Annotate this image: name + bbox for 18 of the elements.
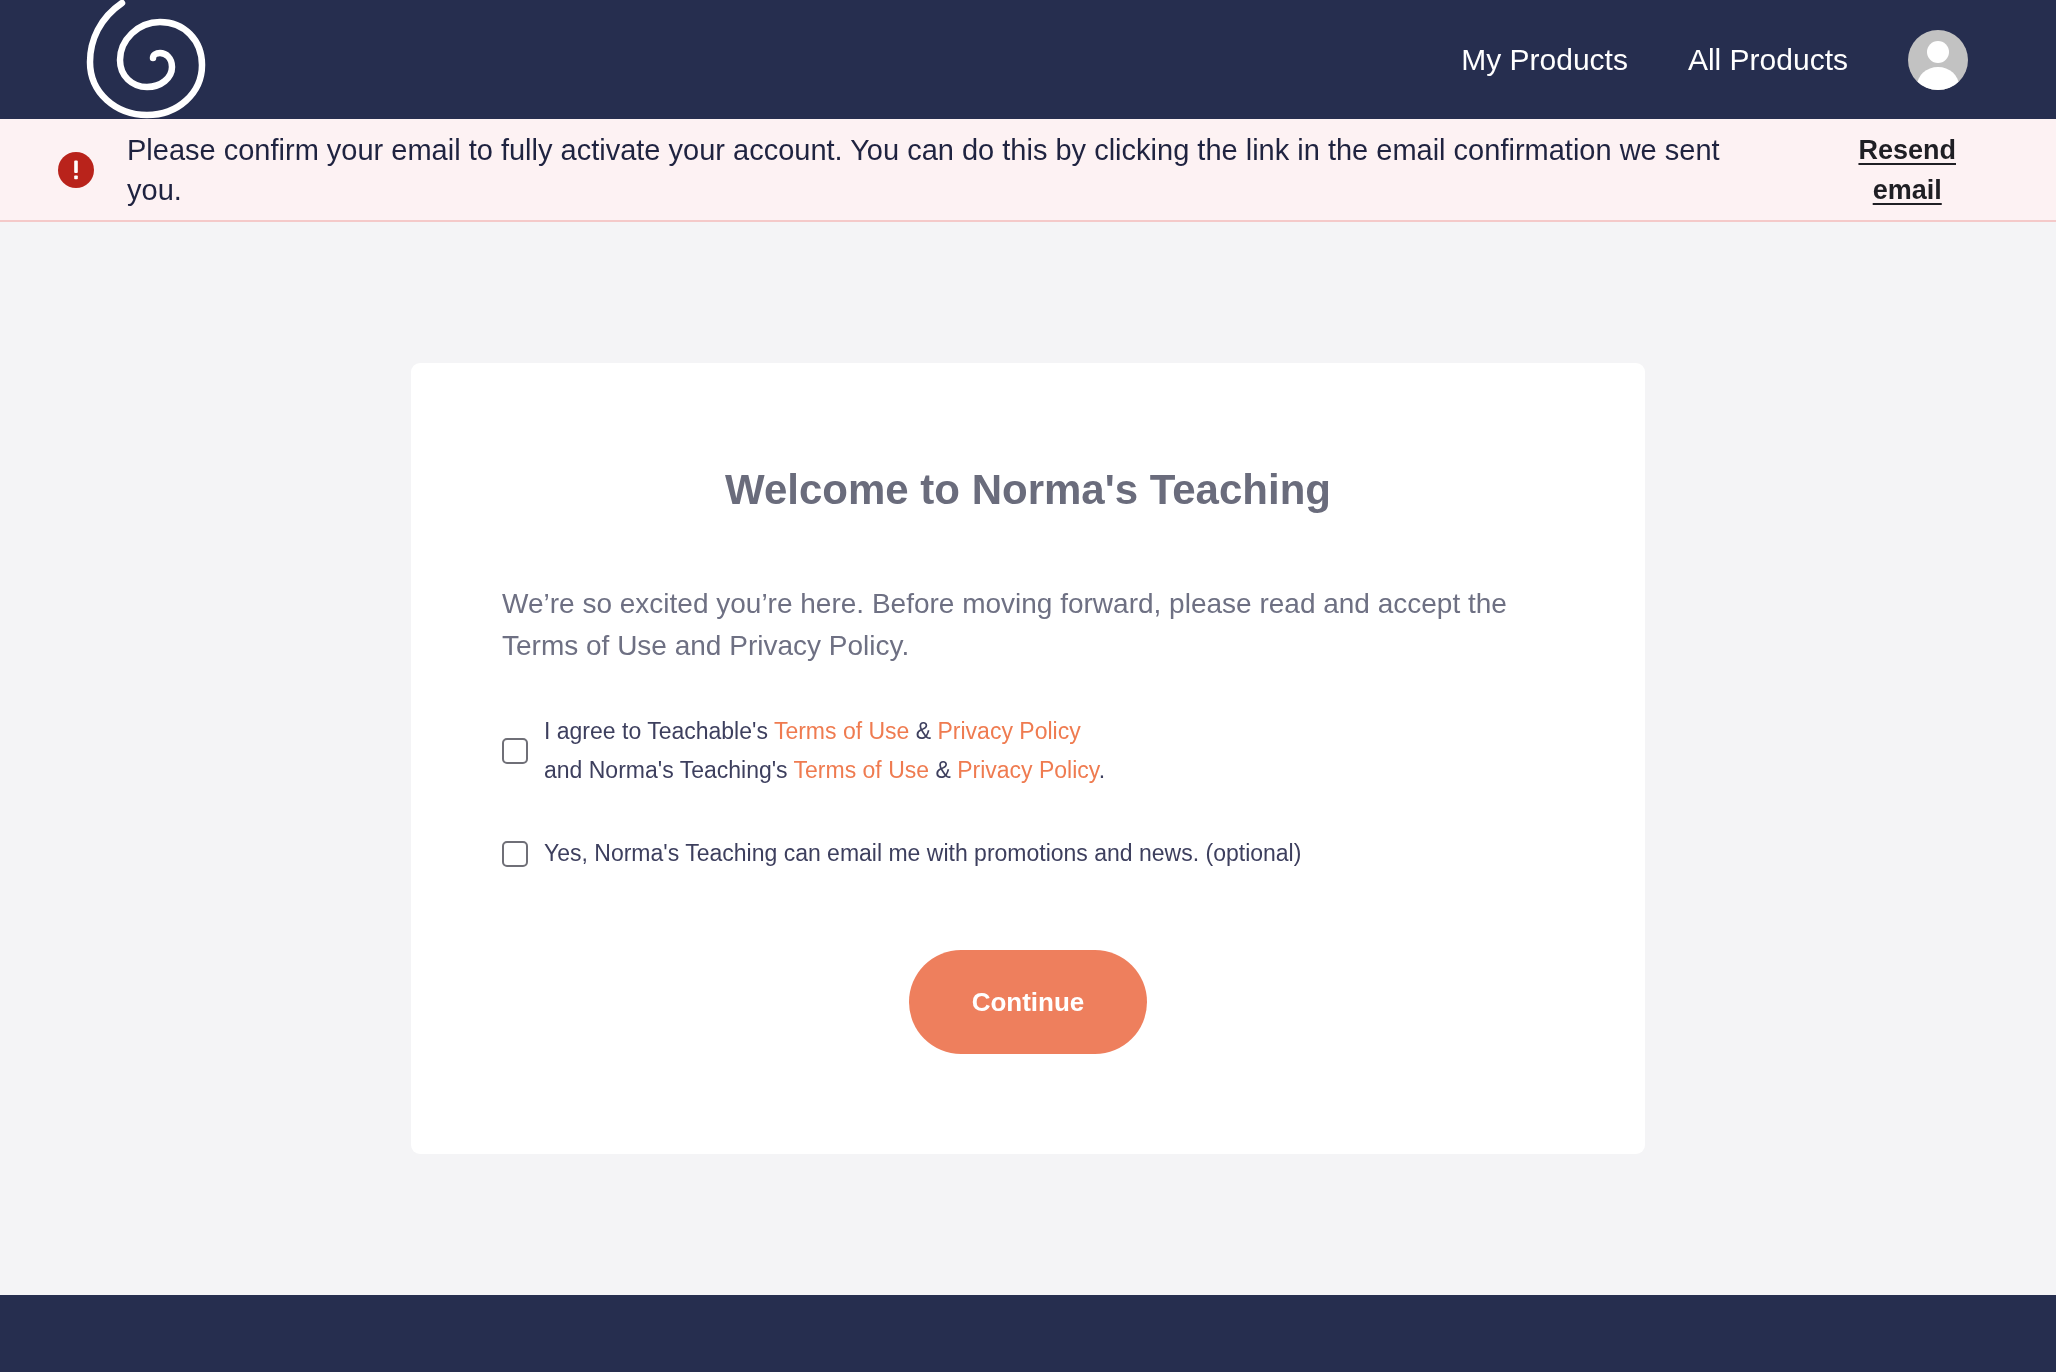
policy-link[interactable]: Privacy Policy (937, 718, 1081, 744)
spiral-logo[interactable] (86, 0, 206, 119)
avatar-icon[interactable] (1908, 29, 1968, 90)
checkbox[interactable] (502, 738, 528, 764)
nav-link[interactable]: My Products (1461, 39, 1628, 80)
card-title: Welcome to Norma's Teaching (724, 465, 1332, 515)
continue-button[interactable]: Continue (909, 950, 1147, 1054)
policy-link[interactable]: Terms of Use (793, 757, 930, 783)
intro-text: We’re so excited you’re here. Before moving forward, please read and accept the Terms of Use and Privacy Policy. (502, 587, 1508, 663)
alert-icon (58, 152, 94, 188)
checkbox[interactable] (502, 840, 528, 867)
checkbox-label: Yes, Norma's Teaching can email me with promotions and news. (optional) (544, 839, 1302, 868)
policy-link[interactable]: Terms of Use (773, 718, 910, 744)
policy-link[interactable]: Privacy Policy (957, 757, 1099, 783)
checkbox-label: I agree to Teachable's Terms of Use & Privacy Policy and Norma's Teaching's Terms of Use & Privacy Policy. (544, 717, 1105, 785)
nav-link[interactable]: All Products (1687, 39, 1848, 80)
resend-email-link[interactable]: Resend email (1858, 130, 1956, 210)
alert-message: Please confirm your email to fully activate your account. You can do this by clicking the link in the email confirmation we sent you. (127, 133, 1721, 208)
